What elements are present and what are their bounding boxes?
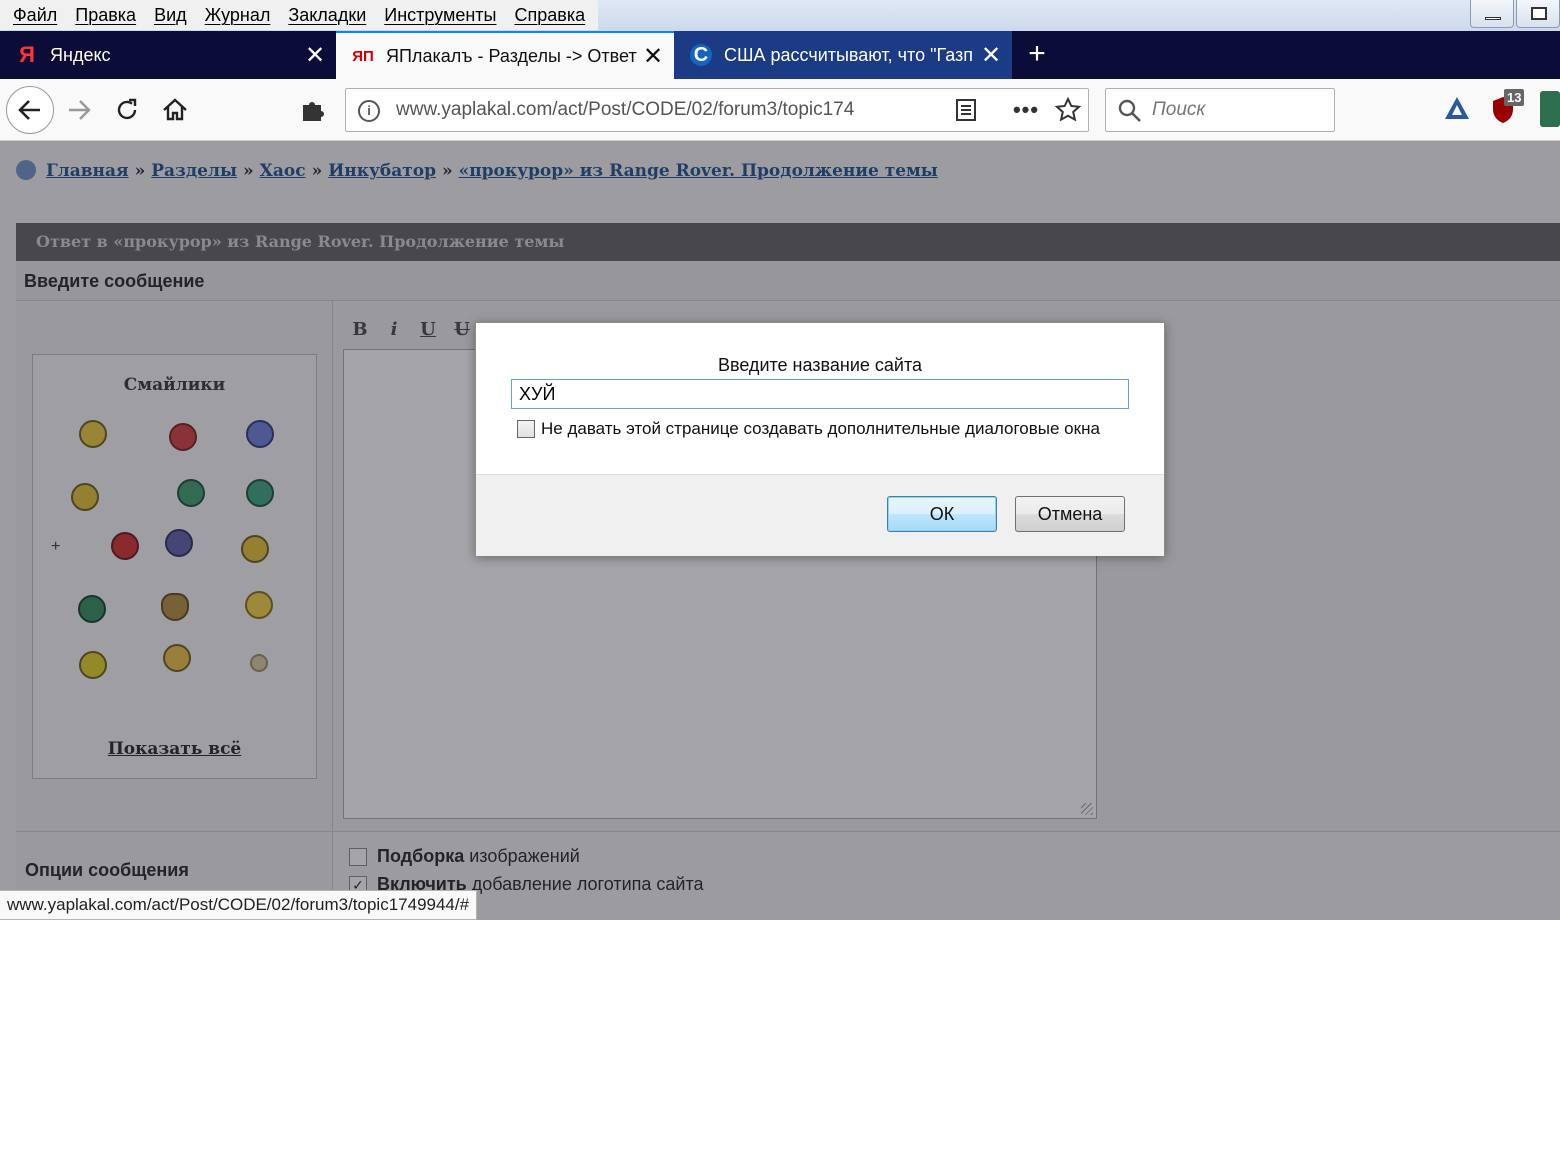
tab-close-icon[interactable]: ✕ (300, 41, 330, 70)
site-info-icon[interactable]: i (358, 100, 380, 122)
menu-view[interactable]: Вид (145, 0, 196, 30)
bookmark-star-button[interactable] (1048, 89, 1088, 131)
window-controls (1468, 0, 1560, 28)
back-button[interactable] (6, 86, 54, 134)
site-name-input[interactable]: ХУЙ (511, 379, 1129, 409)
url-fade (856, 89, 906, 131)
suppress-dialogs-label: Не давать этой странице создавать дополн… (541, 419, 1100, 438)
minimize-icon (1485, 17, 1501, 20)
status-url-tooltip: www.yaplakal.com/act/Post/CODE/02/forum3… (0, 890, 478, 920)
home-button[interactable] (151, 86, 199, 134)
forward-arrow-icon (69, 100, 91, 120)
browser-window: Файл Правка Вид Журнал Закладки Инструме… (0, 0, 1560, 920)
tab-yaplakal[interactable]: ЯП ЯПлакалъ - Разделы -> Ответ ✕ (336, 31, 674, 79)
news-favicon-icon: C (690, 44, 712, 66)
menu-tools[interactable]: Инструменты (375, 0, 505, 30)
reader-view-button[interactable] (946, 89, 986, 131)
tab-close-icon[interactable]: ✕ (638, 42, 668, 71)
tab-title: США рассчитывают, что "Газп (724, 44, 974, 65)
reload-icon (117, 98, 137, 120)
tab-bar: Я Яндекс ✕ ЯП ЯПлакалъ - Разделы -> Отве… (0, 31, 1560, 79)
back-arrow-icon (18, 100, 40, 120)
extension-icon[interactable] (1540, 91, 1560, 127)
restore-icon (1531, 7, 1547, 20)
tab-close-icon[interactable]: ✕ (976, 41, 1006, 70)
yandex-favicon-icon: Я (19, 42, 35, 67)
navigation-toolbar: i www.yaplakal.com/act/Post/CODE/02/foru… (0, 79, 1560, 141)
puzzle-icon (303, 102, 324, 121)
url-bar[interactable]: i www.yaplakal.com/act/Post/CODE/02/foru… (345, 88, 1089, 132)
restore-button[interactable] (1516, 0, 1560, 28)
ok-button[interactable]: ОК (887, 496, 997, 532)
minimize-button[interactable] (1470, 0, 1514, 28)
reader-view-icon (956, 99, 976, 121)
menu-items: Файл Правка Вид Журнал Закладки Инструме… (0, 0, 599, 30)
page-actions-more-icon[interactable]: ••• (1006, 89, 1046, 131)
forward-button[interactable] (55, 86, 103, 134)
dialog-message: Введите название сайта (717, 355, 923, 375)
prompt-dialog: Введите название сайта ХУЙ Не давать это… (475, 322, 1165, 556)
menu-history[interactable]: Журнал (196, 0, 280, 30)
search-icon (1118, 99, 1141, 122)
home-icon (163, 98, 187, 121)
star-icon (1055, 97, 1081, 122)
new-tab-plus-icon[interactable]: + (1022, 31, 1052, 79)
tab-title: ЯПлакалъ - Разделы -> Ответ (386, 45, 637, 66)
dialog-footer: ОК Отмена (476, 474, 1164, 556)
tab-news[interactable]: C США рассчитывают, что "Газп ✕ (674, 31, 1012, 79)
sync-extension-icon[interactable] (1439, 91, 1475, 127)
menu-bookmarks[interactable]: Закладки (279, 0, 375, 30)
dialog-body: Введите название сайта ХУЙ Не давать это… (476, 323, 1164, 474)
url-text[interactable]: www.yaplakal.com/act/Post/CODE/02/forum3… (396, 89, 906, 131)
yaplakal-favicon-icon: ЯП (352, 47, 374, 65)
ublock-badge-count: 13 (1504, 89, 1525, 106)
extensions-button[interactable] (289, 86, 337, 134)
suppress-dialogs-option[interactable]: Не давать этой странице создавать дополн… (517, 419, 1100, 439)
cancel-button[interactable]: Отмена (1015, 496, 1125, 532)
tab-title: Яндекс (50, 44, 111, 65)
search-placeholder: Поиск (1152, 99, 1206, 120)
menu-help[interactable]: Справка (506, 0, 595, 30)
menu-edit[interactable]: Правка (66, 0, 145, 30)
search-bar[interactable]: Поиск (1105, 88, 1335, 132)
ublock-extension-button[interactable]: 13 (1490, 89, 1530, 127)
suppress-dialogs-checkbox[interactable] (517, 420, 535, 438)
menu-file[interactable]: Файл (4, 0, 66, 30)
reload-button[interactable] (103, 86, 151, 134)
menu-bar: Файл Правка Вид Журнал Закладки Инструме… (0, 0, 1560, 31)
tab-yandex[interactable]: Я Яндекс ✕ (0, 31, 336, 79)
